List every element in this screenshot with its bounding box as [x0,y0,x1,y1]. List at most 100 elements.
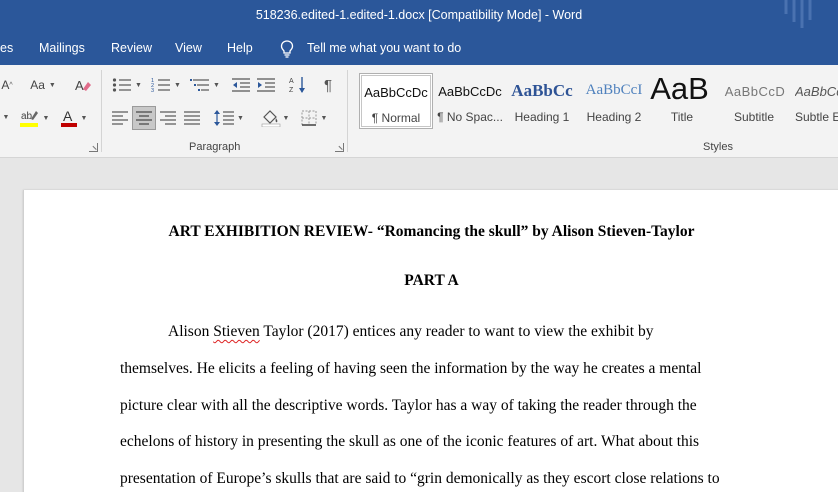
bullets-button[interactable]: ▼ [110,75,144,95]
document-canvas: ART EXHIBITION REVIEW- “Romancing the sk… [0,159,838,492]
sort-az-icon: AZ [289,77,305,94]
chevron-down-icon: ▼ [48,81,56,89]
style-sample: AaBbCcD [724,84,786,99]
style-heading-2[interactable]: AaBbCcI Heading 2 [577,73,651,129]
style-sample: AaBbCcD [795,84,838,99]
style-subtitle[interactable]: AaBbCcD Subtitle [717,73,791,129]
align-left-button[interactable] [108,107,132,129]
line-spacing-button[interactable]: ▼ [211,107,247,129]
paragraph-line: echelons of history in presenting the sk… [120,433,700,450]
font-color-button[interactable]: A ▼ [56,107,90,129]
spelling-error[interactable]: Stieven [213,323,260,340]
show-formatting-marks-button[interactable]: ¶ [317,75,339,95]
style-no-spacing[interactable]: AaBbCcDc ¶ No Spac... [433,73,507,129]
paragraph-group-label: Paragraph [189,141,241,153]
highlight-color-button[interactable]: ab ▼ [16,107,52,129]
align-right-button[interactable] [156,107,180,129]
sort-button[interactable]: AZ [287,75,309,95]
align-left-icon [112,111,128,125]
lightbulb-icon [280,40,294,58]
style-name: Subtitle [733,110,775,124]
increase-indent-button[interactable] [255,75,277,95]
style-name: ¶ Normal [371,111,421,125]
align-right-icon [160,111,176,125]
multilevel-list-button[interactable]: ▼ [188,75,222,95]
highlighter-icon: ab [19,111,38,127]
style-name: Heading 2 [586,110,642,124]
borders-button[interactable]: ▼ [297,107,331,129]
numbering-button[interactable]: 123 ▼ [149,75,183,95]
paragraph-line: Alison Stieven Taylor (2017) entices any… [168,323,653,341]
chevron-down-icon: ▼ [135,81,142,89]
change-case-button[interactable]: Aa ▼ [27,75,59,95]
decrease-indent-button[interactable] [230,75,252,95]
align-center-icon [136,111,152,125]
tell-me-text: Tell me what you want to do [307,41,462,55]
group-separator [101,70,102,152]
line-spacing-icon [214,110,235,126]
styles-gallery: AaBbCcDc ¶ Normal AaBbCcDc ¶ No Spac... … [357,73,838,129]
style-subtle-emphasis[interactable]: AaBbCcD Subtle E [789,73,838,129]
document-subheading: PART A [404,272,459,289]
font-dropdown-chevron[interactable]: ▼ [0,107,12,127]
grow-font-button[interactable]: A ^ [0,75,14,95]
svg-text:A: A [75,78,84,93]
svg-text:A: A [289,78,294,85]
chevron-down-icon: ▼ [213,81,220,89]
title-bar: 518236.edited-1.edited-1.docx [Compatibi… [0,0,838,33]
bullet-list-icon [112,78,132,92]
svg-text:ab: ab [21,111,33,122]
document-page[interactable]: ART EXHIBITION REVIEW- “Romancing the sk… [23,190,838,492]
style-sample: AaBbCcI [585,82,643,98]
chevron-down-icon: ▼ [320,114,328,122]
style-sample: AaBbCcDc [364,85,428,100]
text-run: Taylor (2017) entices any reader to want… [259,323,654,340]
text-run: Alison [168,323,214,340]
svg-text:A: A [63,108,73,124]
pilcrow-icon: ¶ [323,76,333,94]
group-separator [347,70,348,152]
chevron-down-icon: ▼ [80,114,88,122]
style-sample: AaBbCc [511,81,573,100]
window-title: 518236.edited-1.edited-1.docx [Compatibi… [255,8,583,22]
svg-text:3: 3 [151,88,154,93]
align-center-button[interactable] [132,106,156,130]
ribbon-tabs: es Mailings Review View Help Tell me wha… [0,33,838,65]
tab-references[interactable]: es [0,41,13,55]
clear-formatting-button[interactable]: A [72,75,94,95]
grow-font-label: A [1,78,10,92]
document-heading: ART EXHIBITION REVIEW- “Romancing the sk… [168,223,695,240]
increase-indent-icon [257,78,275,92]
title-bar-pattern-icon [784,0,812,28]
justify-button[interactable] [180,107,204,129]
paragraph-line: themselves. He elicits a feeling of havi… [120,360,702,377]
style-name: Heading 1 [514,110,570,124]
style-name: Subtle E [795,110,838,124]
ribbon: A ^ Aa ▼ A ▼ ab ▼ A ▼ ▼ 1 2 3 ▼ ▼ A Z ¶ … [0,65,838,158]
paragraph-dialog-launcher[interactable] [335,143,344,152]
borders-icon [301,110,317,126]
chevron-down-icon: ▼ [174,81,181,89]
justify-icon [184,111,200,125]
tab-view[interactable]: View [175,41,202,55]
change-case-label: Aa [30,78,45,92]
chevron-down-icon: ▼ [237,114,244,122]
multilevel-list-icon [190,79,210,91]
style-title[interactable]: AaB Title [645,73,719,129]
style-heading-1[interactable]: AaBbCc Heading 1 [505,73,579,129]
style-name: ¶ No Spac... [437,110,503,124]
numbered-list-icon: 123 [151,78,171,93]
tab-review[interactable]: Review [111,41,152,55]
styles-group-label: Styles [703,141,733,153]
style-name: Title [670,110,694,124]
shading-button[interactable]: ▼ [257,107,293,129]
decrease-indent-icon [232,78,250,92]
paragraph-line: presentation of Europe’s skulls that are… [120,470,720,487]
font-dialog-launcher[interactable] [89,143,98,152]
style-sample: AaB [650,73,709,106]
tab-help[interactable]: Help [227,41,253,55]
tab-mailings[interactable]: Mailings [39,41,85,55]
style-normal[interactable]: AaBbCcDc ¶ Normal [359,73,433,129]
clear-formatting-icon: A [75,78,91,93]
chevron-down-icon: ▼ [2,113,10,121]
